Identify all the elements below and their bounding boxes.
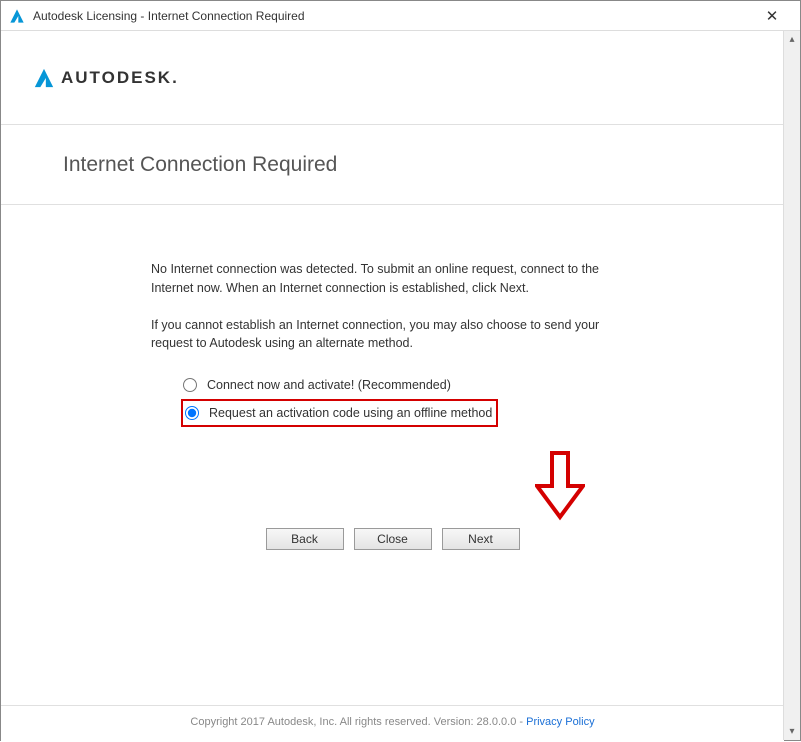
window-close-button[interactable]: ✕ bbox=[752, 2, 792, 30]
window-titlebar: Autodesk Licensing - Internet Connection… bbox=[1, 1, 800, 31]
annotation-red-box: Request an activation code using an offl… bbox=[181, 399, 498, 427]
radio-connect-now-input[interactable] bbox=[183, 378, 197, 392]
scroll-up-icon[interactable]: ▴ bbox=[784, 31, 800, 48]
privacy-policy-link[interactable]: Privacy Policy bbox=[526, 716, 594, 728]
autodesk-logo-icon bbox=[33, 67, 55, 89]
radio-offline-method-label: Request an activation code using an offl… bbox=[209, 406, 492, 420]
brand-bar: AUTODESK. bbox=[1, 31, 784, 125]
back-button[interactable]: Back bbox=[266, 528, 344, 550]
brand-text: AUTODESK. bbox=[61, 68, 179, 88]
content-area: AUTODESK. Internet Connection Required N… bbox=[1, 31, 784, 742]
page-title: Internet Connection Required bbox=[63, 153, 337, 177]
content: No Internet connection was detected. To … bbox=[1, 205, 641, 427]
window-title: Autodesk Licensing - Internet Connection… bbox=[33, 9, 752, 23]
radio-connect-now-label: Connect now and activate! (Recommended) bbox=[207, 378, 451, 392]
next-button[interactable]: Next bbox=[442, 528, 520, 550]
radio-connect-now[interactable]: Connect now and activate! (Recommended) bbox=[181, 373, 641, 397]
radio-offline-method-input[interactable] bbox=[185, 406, 199, 420]
paragraph-1: No Internet connection was detected. To … bbox=[151, 260, 641, 298]
footer: Copyright 2017 Autodesk, Inc. All rights… bbox=[1, 705, 784, 738]
footer-copyright: Copyright 2017 Autodesk, Inc. All rights… bbox=[190, 716, 526, 728]
vertical-scrollbar[interactable]: ▴ ▾ bbox=[783, 31, 800, 740]
page-title-row: Internet Connection Required bbox=[1, 125, 784, 205]
radio-offline-method[interactable]: Request an activation code using an offl… bbox=[183, 401, 496, 425]
paragraph-2: If you cannot establish an Internet conn… bbox=[151, 316, 641, 354]
close-button[interactable]: Close bbox=[354, 528, 432, 550]
button-row: Back Close Next bbox=[1, 528, 784, 550]
radio-group: Connect now and activate! (Recommended) … bbox=[151, 373, 641, 427]
close-icon: ✕ bbox=[766, 7, 779, 25]
scroll-down-icon[interactable]: ▾ bbox=[784, 723, 800, 740]
annotation-arrow-icon bbox=[535, 451, 585, 521]
autodesk-app-icon bbox=[9, 8, 25, 24]
